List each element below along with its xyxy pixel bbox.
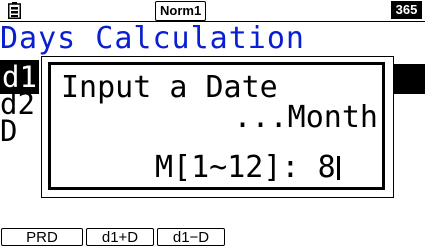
days-line[interactable]: D	[0, 116, 17, 146]
fkey-d1-minus-d[interactable]: d1−D	[157, 228, 225, 246]
month-input-label: M[1~12]:	[155, 150, 300, 185]
calculator-screen: Norm1 365 Days Calculation d1 d2 D Input…	[0, 0, 425, 249]
text-cursor	[336, 156, 340, 180]
fkey-d1-plus-d[interactable]: d1+D	[86, 228, 154, 246]
day-mode-badge: 365	[391, 1, 422, 19]
dialog-frame: Input a Date ...Month M[1~12]: 8	[48, 62, 385, 190]
month-input-field[interactable]: M[1~12]: 8	[155, 151, 340, 185]
screen-title: Days Calculation	[0, 21, 305, 56]
status-bar: Norm1 365	[0, 0, 425, 21]
d-prefix: D	[0, 114, 18, 148]
month-input-value[interactable]: 8	[318, 150, 336, 185]
norm-mode-indicator: Norm1	[155, 1, 207, 21]
battery-icon	[8, 2, 21, 23]
input-date-dialog: Input a Date ...Month M[1~12]: 8	[41, 56, 394, 198]
dialog-subtitle: ...Month	[233, 100, 379, 135]
fkey-prd[interactable]: PRD	[1, 228, 83, 246]
